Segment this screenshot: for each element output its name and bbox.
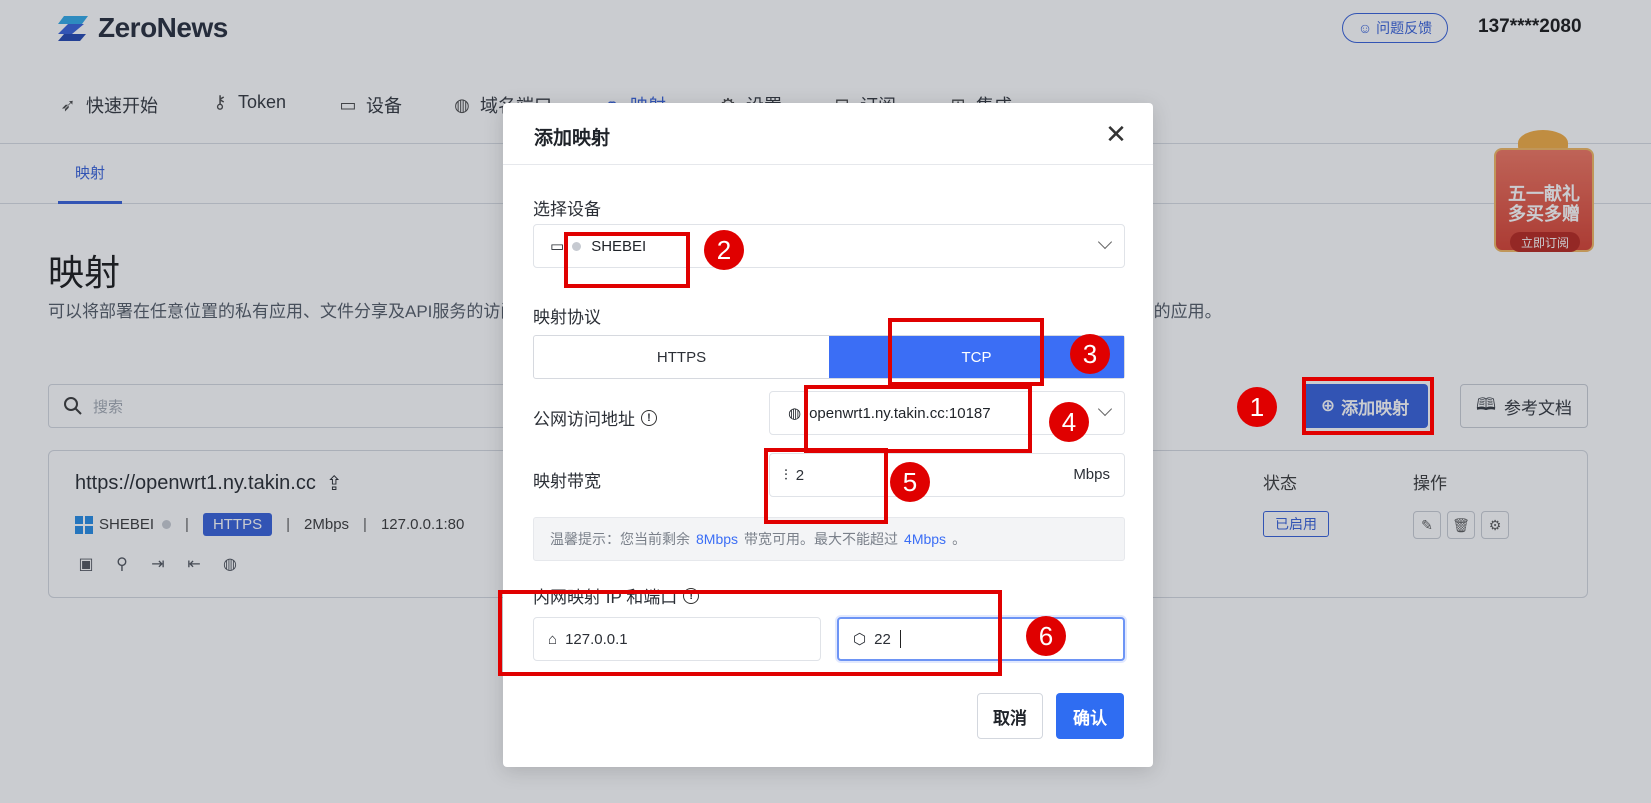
annotation-box-3 xyxy=(888,318,1044,386)
device-label: 选择设备 xyxy=(533,195,601,220)
bandwidth-label-text: 映射带宽 xyxy=(533,472,601,491)
annotation-number-1: 1 xyxy=(1237,387,1277,427)
annotation-box-4 xyxy=(804,385,1032,453)
protocol-label-text: 映射协议 xyxy=(533,308,601,327)
hint-remaining: 8Mbps xyxy=(696,531,739,547)
annotation-number-6: 6 xyxy=(1026,616,1066,656)
annotation-box-6 xyxy=(498,590,1002,676)
globe-icon: ◍ xyxy=(788,405,802,422)
confirm-button[interactable]: 确认 xyxy=(1056,693,1124,739)
annotation-number-2: 2 xyxy=(704,230,744,270)
hint-max: 4Mbps xyxy=(904,531,947,547)
public-address-label: 公网访问地址 ! xyxy=(533,405,657,430)
cancel-button[interactable]: 取消 xyxy=(977,693,1043,739)
modal-title: 添加映射 xyxy=(534,128,611,149)
annotation-number-3: 3 xyxy=(1070,334,1110,374)
chevron-down-icon xyxy=(1097,401,1113,417)
chevron-down-icon xyxy=(1097,234,1113,250)
public-address-label-text: 公网访问地址 xyxy=(533,410,635,429)
hint-suffix: 。 xyxy=(952,531,967,547)
hint-prefix: 温馨提示：您当前剩余 xyxy=(550,531,690,547)
annotation-number-5: 5 xyxy=(890,462,930,502)
device-label-text: 选择设备 xyxy=(533,200,601,219)
hint-middle: 带宽可用。最大不能超过 xyxy=(744,531,899,547)
close-icon[interactable]: ✕ xyxy=(1101,119,1131,149)
annotation-box-1 xyxy=(1302,377,1434,435)
bandwidth-unit: Mbps xyxy=(1073,466,1110,483)
laptop-icon: ▭ xyxy=(550,238,565,255)
bandwidth-label: 映射带宽 xyxy=(533,467,601,492)
annotation-box-5 xyxy=(764,448,888,524)
modal-header: 添加映射 ✕ xyxy=(503,103,1153,165)
annotation-box-2 xyxy=(564,232,690,288)
info-icon[interactable]: ! xyxy=(641,409,657,426)
annotation-number-4: 4 xyxy=(1049,402,1089,442)
protocol-option-https[interactable]: HTTPS xyxy=(534,336,829,378)
protocol-label: 映射协议 xyxy=(533,303,601,328)
